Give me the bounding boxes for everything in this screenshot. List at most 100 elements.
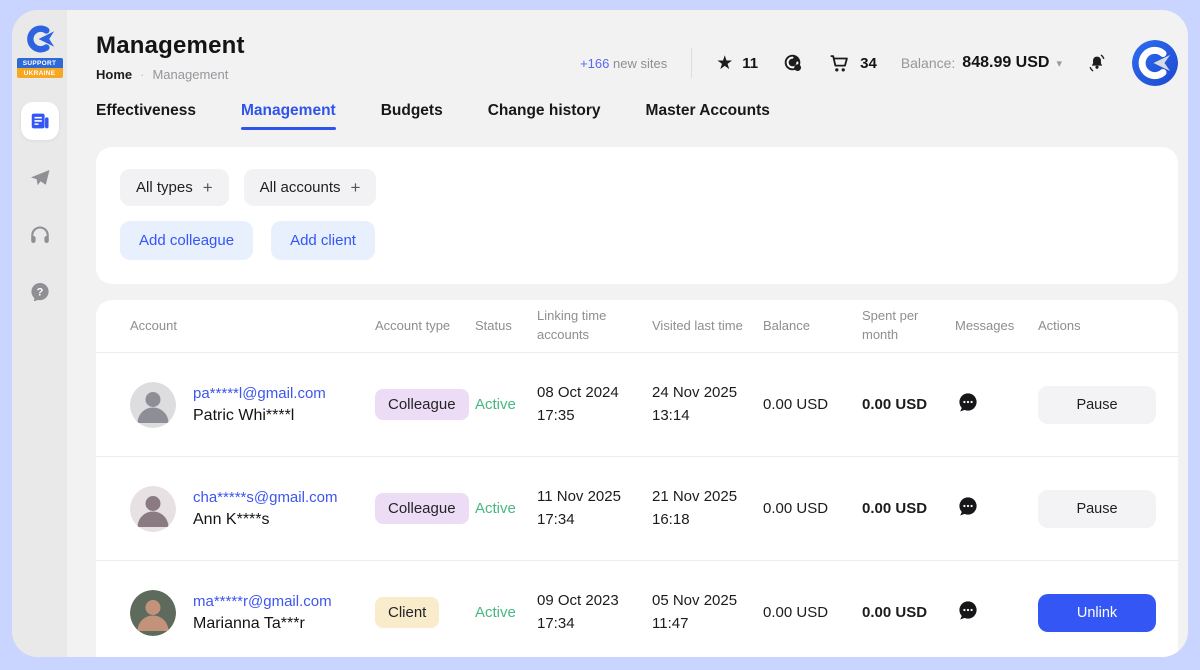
sidebar-nav: ? [21, 102, 59, 311]
account-email-link[interactable]: pa*****l@gmail.com [193, 385, 326, 402]
filter-chip-row: All types + All accounts + [120, 169, 1154, 206]
visited-date: 24 Nov 2025 [652, 382, 763, 405]
chat-bubble-icon [955, 598, 981, 624]
col-balance: Balance [763, 317, 862, 336]
account-name: Ann K****s [193, 511, 337, 529]
spent-cell: 0.00 USD [862, 396, 955, 413]
main-area: Management Home · Management +166 new si… [67, 10, 1188, 657]
plus-icon: + [351, 179, 361, 196]
account-name: Marianna Ta***r [193, 615, 332, 633]
col-status: Status [475, 317, 537, 336]
cart-stat[interactable]: 34 [828, 52, 877, 75]
account-type-badge: Colleague [375, 389, 469, 420]
support-ukraine-badge: SUPPORT UKRAINE [17, 58, 63, 78]
tab-master-accounts[interactable]: Master Accounts [646, 102, 770, 130]
add-client-button[interactable]: Add client [271, 221, 375, 260]
chat-bubble-icon [955, 390, 981, 416]
support-ukraine-line2: UKRAINE [17, 68, 63, 78]
tab-management[interactable]: Management [241, 102, 336, 130]
visited-time-cell: 24 Nov 2025 13:14 [652, 382, 763, 427]
avatar [130, 382, 176, 428]
new-sites-link[interactable]: +166 new sites [580, 56, 667, 71]
page-frame: SUPPORT UKRAINE [0, 0, 1200, 670]
col-visited: Visited last time [652, 317, 763, 336]
col-spent: Spent per month [862, 307, 955, 345]
visited-time: 11:47 [652, 613, 763, 636]
col-actions: Actions [1038, 317, 1170, 336]
unlink-button[interactable]: Unlink [1038, 594, 1156, 632]
message-button[interactable] [955, 390, 981, 416]
avatar [130, 486, 176, 532]
newspaper-icon [29, 110, 51, 132]
col-linking-time: Linking time accounts [537, 307, 652, 345]
chat-swirl-icon [782, 52, 804, 74]
message-button[interactable] [955, 494, 981, 520]
title-block: Management Home · Management [96, 32, 245, 82]
filters-card: All types + All accounts + Add colleague… [96, 147, 1178, 284]
linking-time: 17:34 [537, 613, 652, 636]
status-label: Active [475, 396, 537, 413]
app-logo[interactable]: SUPPORT UKRAINE [17, 22, 63, 78]
filter-all-accounts[interactable]: All accounts + [244, 169, 377, 206]
visited-time: 13:14 [652, 405, 763, 428]
filter-all-types-label: All types [136, 179, 193, 196]
cart-icon [828, 52, 851, 75]
account-texts: pa*****l@gmail.com Patric Whi****l [193, 385, 326, 425]
sidebar-item-news[interactable] [21, 102, 59, 140]
message-button[interactable] [955, 598, 981, 624]
account-cell: cha*****s@gmail.com Ann K****s [130, 486, 375, 532]
balance-cell: 0.00 USD [763, 604, 862, 621]
col-account: Account [130, 317, 375, 336]
visited-date: 21 Nov 2025 [652, 486, 763, 509]
question-bubble-icon: ? [28, 280, 52, 304]
balance-dropdown[interactable]: Balance: 848.99 USD ▾ [901, 54, 1062, 72]
feedback-button[interactable] [782, 52, 804, 74]
tab-effectiveness[interactable]: Effectiveness [96, 102, 196, 130]
account-texts: ma*****r@gmail.com Marianna Ta***r [193, 593, 332, 633]
tab-change-history[interactable]: Change history [488, 102, 601, 130]
sidebar-item-help[interactable]: ? [21, 273, 59, 311]
sidebar-item-telegram[interactable] [21, 159, 59, 197]
linking-date: 09 Oct 2023 [537, 590, 652, 613]
visited-date: 05 Nov 2025 [652, 590, 763, 613]
visited-time-cell: 05 Nov 2025 11:47 [652, 590, 763, 635]
linking-time: 17:34 [537, 509, 652, 532]
accounts-table-card: Account Account type Status Linking time… [96, 300, 1178, 657]
pause-button[interactable]: Pause [1038, 490, 1156, 528]
bell-icon [1086, 52, 1108, 74]
balance-value: 848.99 USD [962, 54, 1049, 72]
chat-bubble-icon [955, 494, 981, 520]
account-avatar-logo[interactable] [1132, 40, 1178, 86]
status-label: Active [475, 604, 537, 621]
pause-button[interactable]: Pause [1038, 386, 1156, 424]
filter-action-row: Add colleague Add client [120, 221, 1154, 260]
account-name: Patric Whi****l [193, 407, 326, 425]
account-texts: cha*****s@gmail.com Ann K****s [193, 489, 337, 529]
account-email-link[interactable]: ma*****r@gmail.com [193, 593, 332, 610]
sidebar-item-support[interactable] [21, 216, 59, 254]
breadcrumb: Home · Management [96, 67, 245, 82]
account-type-badge: Client [375, 597, 439, 628]
account-email-link[interactable]: cha*****s@gmail.com [193, 489, 337, 506]
spent-cell: 0.00 USD [862, 500, 955, 517]
visited-time: 16:18 [652, 509, 763, 532]
linking-date: 08 Oct 2024 [537, 382, 652, 405]
sidebar: SUPPORT UKRAINE [12, 10, 67, 657]
svg-text:?: ? [36, 286, 43, 298]
notifications-button[interactable] [1086, 52, 1108, 74]
balance-cell: 0.00 USD [763, 500, 862, 517]
avatar [130, 590, 176, 636]
headphones-icon [28, 223, 52, 247]
filter-all-types[interactable]: All types + [120, 169, 229, 206]
add-colleague-button[interactable]: Add colleague [120, 221, 253, 260]
status-label: Active [475, 500, 537, 517]
col-messages: Messages [955, 317, 1038, 336]
topbar-right: +166 new sites ★ 11 [580, 32, 1178, 86]
favorites-stat[interactable]: ★ 11 [716, 54, 758, 73]
tab-budgets[interactable]: Budgets [381, 102, 443, 130]
support-ukraine-line1: SUPPORT [17, 58, 63, 68]
breadcrumb-current: Management [152, 67, 228, 82]
breadcrumb-home-link[interactable]: Home [96, 67, 132, 82]
topbar: Management Home · Management +166 new si… [96, 10, 1178, 86]
star-icon: ★ [716, 54, 733, 73]
